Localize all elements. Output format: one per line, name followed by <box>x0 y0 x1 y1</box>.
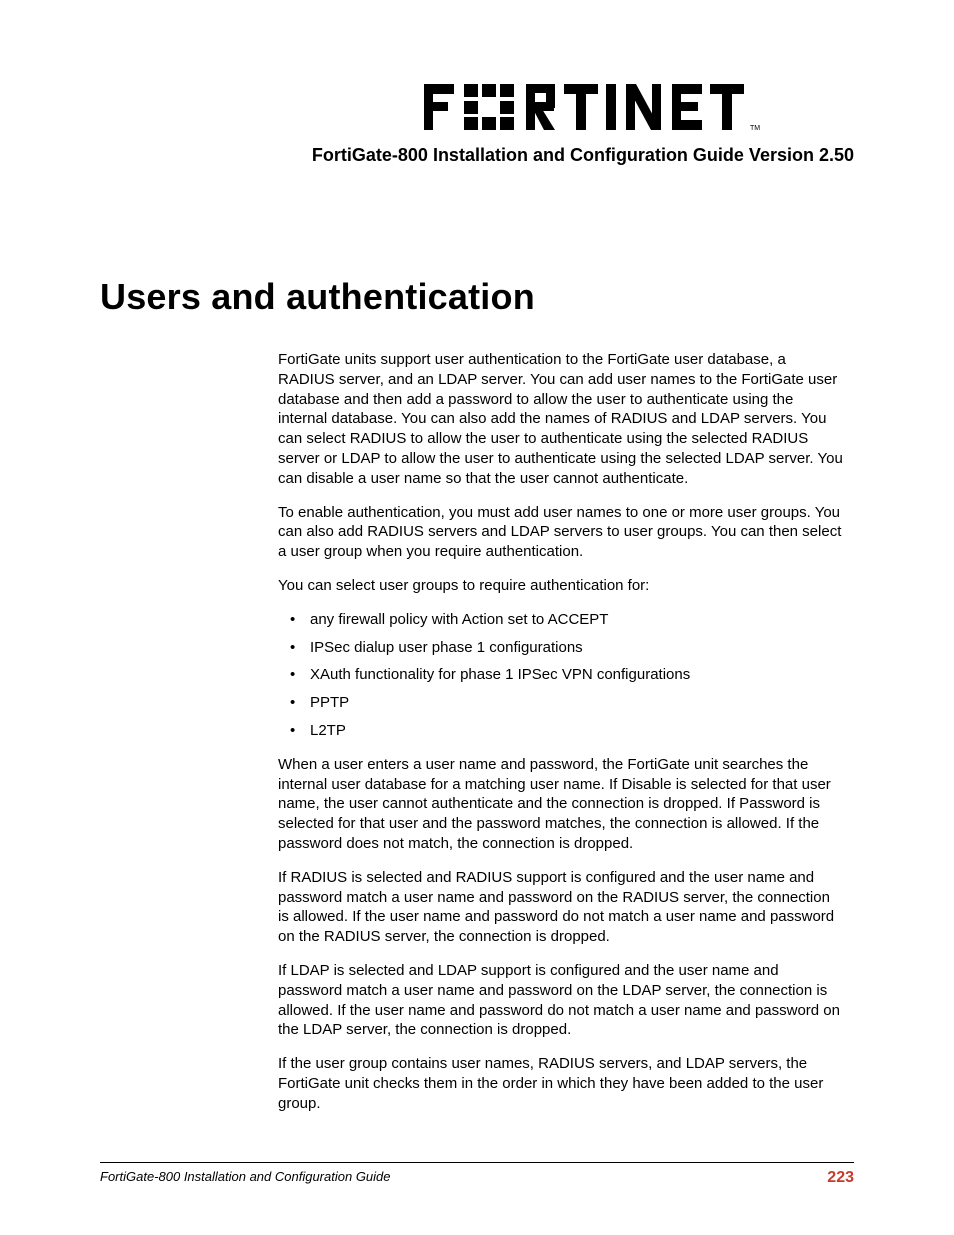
footer-title: FortiGate-800 Installation and Configura… <box>100 1169 391 1184</box>
svg-text:TM: TM <box>750 125 760 132</box>
paragraph: To enable authentication, you must add u… <box>278 503 844 562</box>
list-item: XAuth functionality for phase 1 IPSec VP… <box>278 665 844 685</box>
page-footer: FortiGate-800 Installation and Configura… <box>100 1162 854 1187</box>
paragraph: FortiGate units support user authenticat… <box>278 350 844 489</box>
footer-page-number: 223 <box>827 1169 854 1187</box>
bullet-list: any firewall policy with Action set to A… <box>278 610 844 741</box>
paragraph: You can select user groups to require au… <box>278 576 844 596</box>
list-item: any firewall policy with Action set to A… <box>278 610 844 630</box>
body-column: FortiGate units support user authenticat… <box>278 350 844 1114</box>
list-item: PPTP <box>278 693 844 713</box>
page-title: Users and authentication <box>100 276 854 318</box>
document-subtitle: FortiGate-800 Installation and Configura… <box>100 145 854 166</box>
paragraph: If the user group contains user names, R… <box>278 1054 844 1113</box>
list-item: IPSec dialup user phase 1 configurations <box>278 638 844 658</box>
fortinet-logo-icon: TM <box>424 82 854 132</box>
paragraph: When a user enters a user name and passw… <box>278 755 844 854</box>
paragraph: If LDAP is selected and LDAP support is … <box>278 961 844 1040</box>
paragraph: If RADIUS is selected and RADIUS support… <box>278 868 844 947</box>
list-item: L2TP <box>278 721 844 741</box>
logo-row: TM <box>100 82 854 137</box>
